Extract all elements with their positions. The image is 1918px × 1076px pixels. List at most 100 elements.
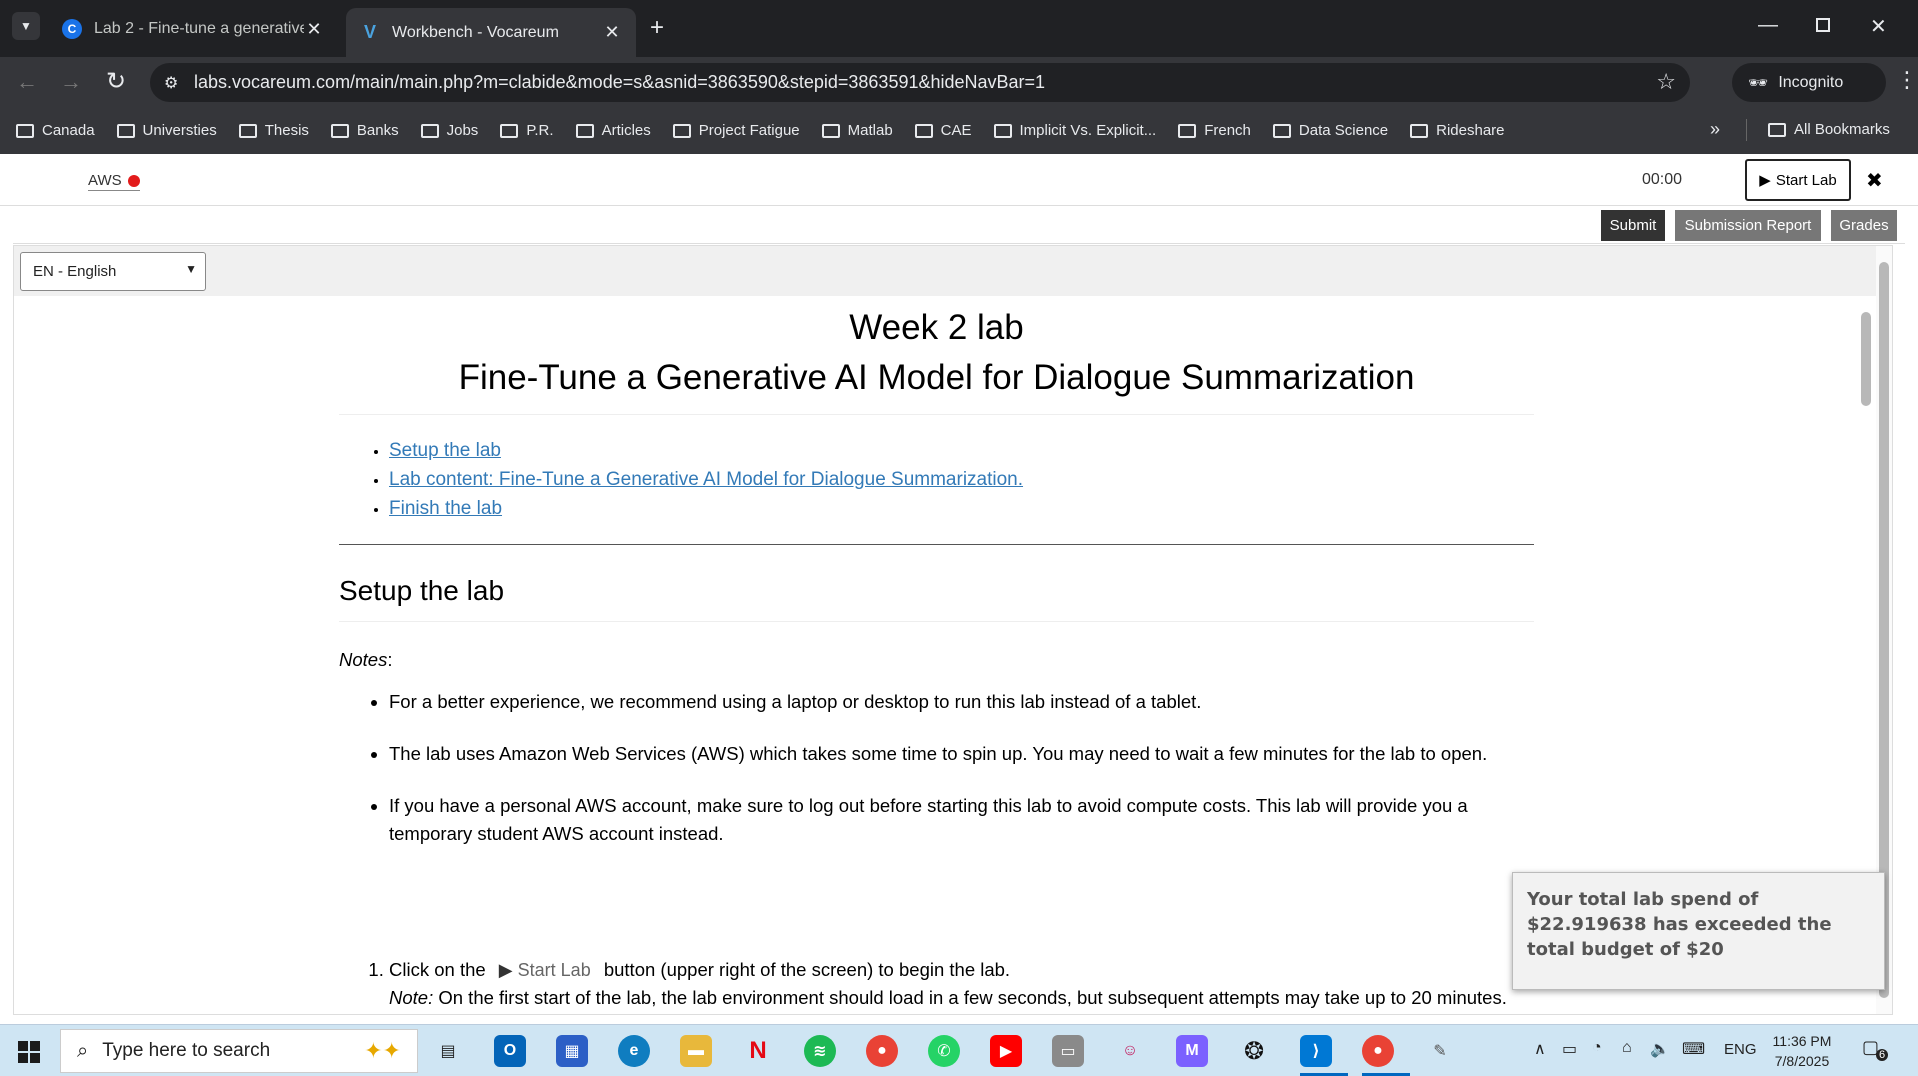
bookmarks-bar: Canada Universties Thesis Banks Jobs P.R…	[0, 107, 1918, 154]
bookmark-folder[interactable]: Rideshare	[1410, 122, 1505, 139]
coursera-favicon-icon: C	[62, 19, 82, 39]
folder-icon	[821, 123, 840, 138]
lab-instructions: Week 2 lab Fine-Tune a Generative AI Mod…	[339, 296, 1534, 1012]
paint-icon[interactable]: ✎	[1424, 1035, 1456, 1067]
clock[interactable]: 11:36 PM 7/8/2025	[1770, 1031, 1834, 1071]
task-view-icon[interactable]: ▤	[432, 1035, 464, 1067]
taskbar-search-box[interactable]: ⌕ Type here to search ✦✦	[60, 1029, 418, 1073]
fullscreen-icon[interactable]: ✖	[1866, 168, 1883, 193]
bookmark-folder[interactable]: CAE	[914, 122, 972, 139]
bookmarks-overflow-button[interactable]: »	[1710, 119, 1720, 140]
incognito-badge[interactable]: 🕶 Incognito	[1732, 63, 1886, 102]
close-tab-icon[interactable]: ✕	[304, 19, 324, 40]
windows-start-icon[interactable]	[18, 1041, 40, 1063]
folder-icon	[116, 123, 135, 138]
outlook-icon[interactable]: O	[494, 1035, 526, 1067]
note-item: If you have a personal AWS account, make…	[389, 792, 1534, 848]
m365-icon[interactable]: M	[1176, 1035, 1208, 1067]
avatar-app-icon[interactable]: ☺	[1114, 1035, 1146, 1067]
address-bar[interactable]: ⚙ labs.vocareum.com/main/main.php?m=clab…	[150, 63, 1690, 102]
vscode-icon[interactable]: ⟩	[1300, 1035, 1332, 1067]
input-language[interactable]: ENG	[1724, 1041, 1757, 1058]
bookmark-folder[interactable]: Implicit Vs. Explicit...	[993, 122, 1156, 139]
bookmark-folder[interactable]: Thesis	[238, 122, 309, 139]
start-lab-button[interactable]: ▶ Start Lab	[1745, 159, 1851, 201]
toc-link-finish[interactable]: Finish the lab	[389, 498, 502, 519]
lab-header-bar: AWS 00:00 ▶ Start Lab ✖	[0, 154, 1918, 206]
play-icon: ▶	[1759, 172, 1771, 189]
section-divider	[339, 544, 1534, 545]
chrome-icon[interactable]: ●	[866, 1035, 898, 1067]
chrome-profile-icon[interactable]: ●	[1362, 1035, 1394, 1067]
bookmark-folder[interactable]: Universties	[116, 122, 217, 139]
bookmark-folder[interactable]: French	[1178, 122, 1251, 139]
spotify-icon[interactable]: ≋	[804, 1035, 836, 1067]
toc-link-lab-content[interactable]: Lab content: Fine-Tune a Generative AI M…	[389, 469, 1023, 490]
file-explorer-icon[interactable]: ▬	[680, 1035, 712, 1067]
folder-icon	[420, 123, 439, 138]
forward-arrow-icon[interactable]: →	[60, 69, 82, 95]
toc-link-setup[interactable]: Setup the lab	[389, 440, 501, 461]
chevron-down-icon: ▼	[185, 262, 197, 276]
bookmark-folder[interactable]: Data Science	[1272, 122, 1388, 139]
folder-icon	[500, 123, 519, 138]
chatgpt-icon[interactable]: ❂	[1238, 1035, 1270, 1067]
bookmark-folder[interactable]: Matlab	[821, 122, 893, 139]
vocareum-favicon-icon: V	[363, 22, 376, 42]
bookmark-folder[interactable]: Project Fatigue	[672, 122, 800, 139]
bookmarks-divider	[1746, 119, 1747, 141]
notifications-icon[interactable]: ▢ 6	[1862, 1037, 1889, 1063]
back-arrow-icon[interactable]: ←	[16, 69, 38, 95]
tray-chevron-icon[interactable]: ∧	[1534, 1039, 1546, 1059]
bookmark-folder[interactable]: P.R.	[500, 122, 554, 139]
section-heading: Setup the lab	[339, 575, 505, 606]
aws-link[interactable]: AWS	[88, 172, 140, 191]
site-settings-icon[interactable]: ⚙	[164, 73, 178, 93]
battery-icon[interactable]: ▭	[1562, 1039, 1577, 1059]
language-bar: EN - English ▼	[14, 246, 1876, 296]
photos-icon[interactable]: ▭	[1052, 1035, 1084, 1067]
bookmark-star-icon[interactable]: ☆	[1656, 69, 1676, 95]
menu-kebab-icon[interactable]: ⋮	[1896, 67, 1918, 93]
window-close-button[interactable]: ✕	[1870, 14, 1887, 39]
submit-button[interactable]: Submit	[1601, 210, 1665, 241]
tab-workbench[interactable]: V Workbench - Vocareum ✕	[346, 8, 636, 57]
notes-list: For a better experience, we recommend us…	[389, 688, 1534, 848]
bookmark-folder[interactable]: Jobs	[420, 122, 478, 139]
keyboard-icon[interactable]: ⌨	[1682, 1039, 1705, 1059]
minimize-button[interactable]: —	[1758, 14, 1778, 37]
language-select[interactable]: EN - English ▼	[20, 252, 206, 291]
submission-report-button[interactable]: Submission Report	[1675, 210, 1821, 241]
grades-button[interactable]: Grades	[1831, 210, 1897, 241]
close-tab-icon[interactable]: ✕	[602, 22, 622, 43]
notification-count: 6	[1876, 1049, 1889, 1061]
edge-icon[interactable]: e	[618, 1035, 650, 1067]
inner-scrollbar-thumb[interactable]	[1861, 312, 1871, 406]
whatsapp-icon[interactable]: ✆	[928, 1035, 960, 1067]
wifi-icon[interactable]: ◔	[1592, 1039, 1602, 1057]
bookmark-folder[interactable]: Articles	[575, 122, 651, 139]
store-icon[interactable]: ▦	[556, 1035, 588, 1067]
all-bookmarks-button[interactable]: All Bookmarks	[1768, 121, 1890, 138]
usb-icon[interactable]: ⌂	[1622, 1039, 1632, 1057]
youtube-icon[interactable]: ▶	[990, 1035, 1022, 1067]
tab-search-button[interactable]: ▼	[12, 12, 40, 40]
note-item: For a better experience, we recommend us…	[389, 688, 1534, 716]
bookmark-folder[interactable]: Canada	[16, 122, 95, 139]
page-subtitle: Fine-Tune a Generative AI Model for Dial…	[458, 358, 1415, 397]
reload-icon[interactable]: ↻	[106, 67, 126, 96]
folder-icon	[330, 123, 349, 138]
volume-icon[interactable]: 🔈	[1650, 1039, 1670, 1059]
bookmark-folder[interactable]: Banks	[330, 122, 399, 139]
budget-warning-toast: Your total lab spend of $22.919638 has e…	[1512, 872, 1885, 990]
folder-icon	[575, 123, 594, 138]
url-text: labs.vocareum.com/main/main.php?m=clabid…	[194, 72, 1046, 92]
netflix-icon[interactable]: N	[742, 1035, 774, 1067]
step-item: Click on the ▶ Start Lab button (upper r…	[389, 956, 1534, 1012]
browser-toolbar: ← → ↻ ⚙ labs.vocareum.com/main/main.php?…	[0, 57, 1918, 107]
tab-title: Lab 2 - Fine-tune a generative A	[94, 20, 304, 37]
tab-lab2[interactable]: C Lab 2 - Fine-tune a generative A ✕	[48, 8, 338, 50]
new-tab-button[interactable]: +	[650, 14, 664, 42]
restore-button[interactable]	[1816, 18, 1830, 32]
notes-heading: Notes:	[339, 649, 393, 670]
